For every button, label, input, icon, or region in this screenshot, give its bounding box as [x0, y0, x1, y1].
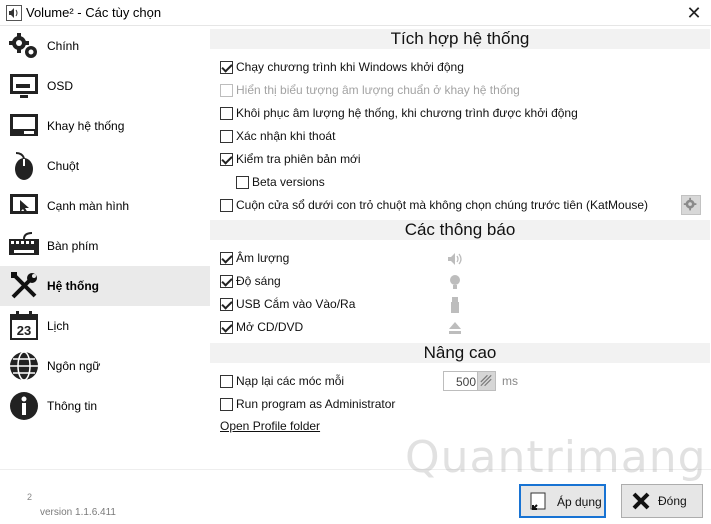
sidebar-item-main[interactable]: Chính: [0, 26, 210, 66]
sidebar-item-label: Lịch: [47, 319, 70, 333]
interval-unit: ms: [502, 374, 518, 388]
sidebar-item-system[interactable]: Hệ thống: [0, 266, 210, 306]
checkbox: [220, 84, 233, 97]
eject-icon: [449, 322, 461, 334]
option-label: Khôi phục âm lượng hệ thống, khi chương …: [236, 106, 578, 120]
sidebar-item-osd[interactable]: OSD: [0, 66, 210, 106]
gears-icon: [9, 33, 37, 58]
option-label: Cuộn cửa sổ dưới con trỏ chuột mà không …: [236, 198, 649, 212]
option-label: Mở CD/DVD: [236, 320, 304, 334]
section-title-integration: Tích hợp hệ thống: [210, 29, 710, 49]
checkbox[interactable]: [220, 107, 233, 120]
reload-interval-value: 500: [455, 375, 476, 389]
info-icon: [10, 392, 38, 420]
spinner-icon: [480, 374, 492, 387]
section-title-advanced: Nâng cao: [210, 343, 710, 363]
sidebar-item-label: Thông tin: [47, 399, 98, 413]
settings-panel: Tích hợp hệ thống Chạy chương trình khi …: [210, 26, 711, 469]
footer: 2 version 1.1.6.411 Áp dụng Đóng: [0, 469, 711, 524]
option-label: Kiểm tra phiên bản mới: [236, 152, 361, 166]
tray-icon: [10, 114, 38, 136]
checkbox[interactable]: [220, 321, 233, 334]
window-title: Volume² - Các tùy chọn: [26, 5, 162, 20]
title-bar: Volume² - Các tùy chọn ✕: [0, 0, 711, 26]
sidebar-item-language[interactable]: Ngôn ngữ: [0, 346, 210, 386]
sidebar-item-label: Bàn phím: [47, 239, 99, 253]
bulb-icon: [450, 275, 460, 289]
checkbox[interactable]: [220, 398, 233, 411]
tools-icon: [11, 272, 37, 299]
sidebar-item-calendar[interactable]: 23 Lịch: [0, 306, 210, 346]
open-profile-folder-link[interactable]: Open Profile folder: [220, 419, 320, 433]
globe-icon: [10, 351, 38, 381]
screen-edge-icon: [10, 194, 38, 214]
sidebar-item-info[interactable]: Thông tin: [0, 386, 210, 426]
keyboard-icon: [9, 232, 39, 255]
gear-icon: [683, 197, 697, 211]
sidebar-item-keyboard[interactable]: Bàn phím: [0, 226, 210, 266]
sidebar-item-label: Ngôn ngữ: [47, 359, 101, 373]
close-button-label: Đóng: [658, 494, 687, 508]
speaker-app-icon: [6, 5, 22, 21]
checkbox[interactable]: [220, 61, 233, 74]
speaker-icon: [448, 253, 462, 265]
checkbox[interactable]: [220, 275, 233, 288]
option-label: Hiển thị biểu tượng âm lượng chuẩn ở kha…: [236, 83, 520, 97]
apply-icon: [530, 492, 546, 510]
spinner-button[interactable]: [477, 372, 495, 390]
close-icon: [632, 492, 650, 510]
checkbox[interactable]: [220, 375, 233, 388]
option-label: Âm lượng: [236, 251, 290, 265]
option-label: Beta versions: [252, 175, 325, 189]
option-label: Run program as Administrator: [236, 397, 396, 411]
apply-button-label: Áp dụng: [557, 495, 602, 509]
sidebar-item-label: Hệ thống: [47, 279, 99, 293]
checkbox[interactable]: [220, 130, 233, 143]
option-label: Độ sáng: [236, 274, 281, 288]
close-button[interactable]: Đóng: [621, 484, 703, 518]
version-superscript: 2: [27, 492, 33, 502]
katmouse-settings-button[interactable]: [681, 195, 701, 215]
mouse-icon: [15, 152, 33, 180]
apply-button[interactable]: Áp dụng: [519, 484, 606, 518]
close-window-button[interactable]: ✕: [683, 2, 705, 24]
sidebar-item-screen-edge[interactable]: Cạnh màn hình: [0, 186, 210, 226]
checkbox[interactable]: [220, 199, 233, 212]
sidebar: Chính OSD Khay hệ thống Chuột Cạnh màn h…: [0, 26, 210, 469]
monitor-icon: [10, 74, 38, 98]
section-title-notifications: Các thông báo: [210, 220, 710, 240]
checkbox[interactable]: [220, 153, 233, 166]
sidebar-item-label: Chính: [47, 39, 80, 53]
svg-text:23: 23: [17, 323, 31, 338]
option-label: Nạp lại các móc mỗi: [236, 374, 345, 388]
sidebar-item-mouse[interactable]: Chuột: [0, 146, 210, 186]
checkbox[interactable]: [236, 176, 249, 189]
reload-interval-input[interactable]: 500: [443, 371, 496, 391]
sidebar-item-label: Cạnh màn hình: [47, 199, 130, 213]
sidebar-item-label: Khay hệ thống: [47, 119, 125, 133]
sidebar-item-label: OSD: [47, 79, 74, 93]
calendar-icon: 23: [10, 311, 38, 340]
checkbox[interactable]: [220, 298, 233, 311]
option-label: Xác nhận khi thoát: [236, 129, 336, 143]
usb-icon: [451, 297, 459, 313]
option-label: USB Cắm vào Vào/Ra: [236, 297, 356, 311]
option-label: Chạy chương trình khi Windows khởi động: [236, 60, 464, 74]
checkbox[interactable]: [220, 252, 233, 265]
version-text: version 1.1.6.411: [40, 507, 116, 518]
sidebar-item-label: Chuột: [47, 159, 80, 173]
sidebar-item-tray[interactable]: Khay hệ thống: [0, 106, 210, 146]
